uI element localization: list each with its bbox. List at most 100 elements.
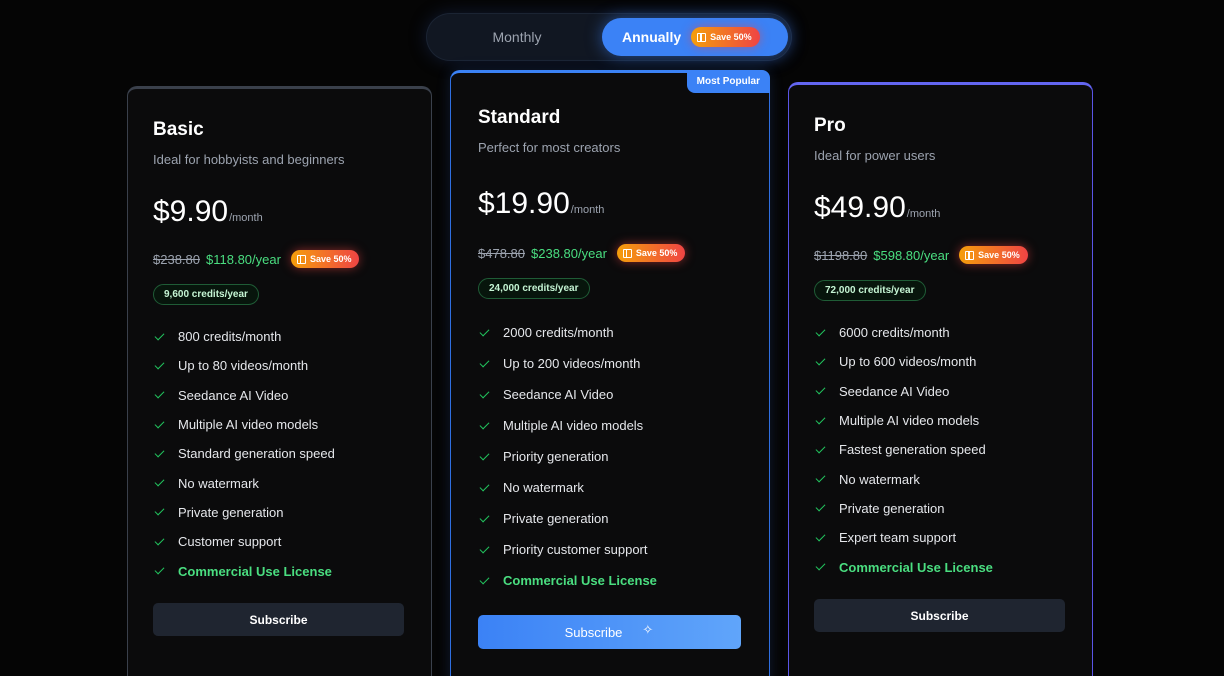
feature-label: Priority customer support (503, 542, 648, 557)
yearly-price-row: $238.80 $118.80/year Save 50% (153, 250, 360, 268)
save-badge-label: Save 50% (978, 250, 1020, 260)
check-icon (154, 564, 165, 575)
feature-label: Commercial Use License (503, 573, 657, 588)
subscribe-button-standard[interactable]: Subscribe (478, 615, 741, 649)
check-icon (815, 443, 826, 454)
check-icon (479, 574, 490, 584)
feature-item: Multiple AI video models (153, 410, 335, 439)
gift-icon (622, 248, 632, 258)
price-row: $49.90 /month (814, 191, 940, 225)
plan-name: Basic (153, 119, 204, 140)
gift-icon (697, 32, 707, 42)
plan-price: $19.90 (478, 187, 570, 220)
pricing-page: Monthly Annually Save 50% Basic Ideal fo… (0, 0, 1224, 676)
feature-item: Seedance AI Video (153, 381, 335, 410)
check-icon (815, 501, 826, 512)
old-yearly-price: $1198.80 (814, 247, 868, 263)
check-icon (479, 326, 490, 336)
sparkle-icon (642, 623, 654, 638)
check-icon (154, 359, 165, 370)
check-icon (815, 326, 826, 337)
plan-name: Standard (478, 107, 561, 128)
feature-label: Multiple AI video models (503, 418, 644, 433)
feature-item: Customer support (153, 527, 335, 556)
feature-item: Priority generation (478, 441, 657, 472)
feature-item: Seedance AI Video (814, 377, 993, 406)
save-badge: Save 50% (290, 250, 360, 268)
check-icon (479, 388, 490, 398)
feature-label: Fastest generation speed (839, 442, 986, 458)
gift-icon (296, 254, 306, 264)
feature-label: Up to 600 videos/month (839, 354, 977, 370)
check-icon (479, 512, 490, 522)
old-yearly-price: $238.80 (153, 251, 200, 267)
price-period: /month (906, 208, 941, 220)
feature-label: Seedance AI Video (839, 383, 950, 399)
check-icon (154, 476, 165, 487)
yearly-price-row: $478.80 $238.80/year Save 50% (478, 244, 686, 262)
feature-item-license: Commercial Use License (153, 556, 335, 585)
feature-item: No watermark (478, 472, 657, 503)
feature-label: Commercial Use License (839, 559, 993, 575)
check-icon (479, 419, 490, 429)
gift-icon (965, 250, 975, 260)
check-icon (154, 505, 165, 516)
price-row: $9.90 /month (153, 195, 263, 229)
credits-badge: 24,000 credits/year (478, 278, 590, 299)
check-icon (815, 472, 826, 483)
feature-label: 800 credits/month (178, 329, 282, 345)
check-icon (815, 414, 826, 424)
check-icon (815, 531, 826, 542)
feature-label: Standard generation speed (178, 446, 335, 462)
save-badge: Save 50% (691, 27, 760, 47)
plan-price: $49.90 (814, 191, 906, 224)
feature-label: Commercial Use License (178, 563, 332, 579)
feature-label: 2000 credits/month (503, 325, 614, 340)
check-icon (479, 357, 490, 367)
feature-item: Private generation (478, 503, 657, 534)
new-yearly-price: $238.80/year (531, 245, 607, 261)
feature-label: Multiple AI video models (839, 413, 980, 429)
feature-item: Up to 200 videos/month (478, 348, 657, 379)
feature-label: Private generation (503, 511, 609, 526)
feature-item: Multiple AI video models (814, 406, 993, 435)
check-icon (479, 481, 490, 491)
feature-label: Seedance AI Video (503, 387, 614, 402)
feature-item: Private generation (153, 498, 335, 527)
feature-item-license: Commercial Use License (814, 552, 993, 581)
toggle-monthly[interactable]: Monthly (447, 18, 587, 56)
check-icon (154, 535, 165, 546)
feature-item: Standard generation speed (153, 439, 335, 468)
credits-badge: 72,000 credits/year (814, 280, 926, 301)
yearly-price-row: $1198.80 $598.80/year Save 50% (814, 246, 1028, 264)
price-row: $19.90 /month (478, 187, 604, 221)
feature-item: Private generation (814, 494, 993, 523)
feature-item-license: Commercial Use License (478, 565, 657, 596)
feature-label: Up to 200 videos/month (503, 356, 641, 371)
save-badge-label: Save 50% (309, 254, 352, 264)
subscribe-button-basic[interactable]: Subscribe (153, 603, 404, 636)
plan-card-standard: Most Popular Standard Perfect for most c… (450, 70, 770, 676)
save-badge-label: Save 50% (635, 248, 678, 258)
feature-item: 2000 credits/month (478, 317, 657, 348)
plan-card-pro: Pro Ideal for power users $49.90 /month … (788, 82, 1093, 676)
check-icon (154, 447, 165, 458)
feature-item: Fastest generation speed (814, 435, 993, 464)
plan-description: Perfect for most creators (478, 140, 621, 155)
toggle-annually-label: Annually (622, 29, 682, 45)
feature-item: Expert team support (814, 523, 993, 552)
most-popular-badge: Most Popular (686, 70, 770, 93)
feature-list: 6000 credits/month Up to 600 videos/mont… (814, 318, 993, 582)
feature-item: Up to 80 videos/month (153, 351, 335, 380)
plan-description: Ideal for hobbyists and beginners (153, 152, 345, 167)
subscribe-button-pro[interactable]: Subscribe (814, 599, 1065, 632)
feature-item: 6000 credits/month (814, 318, 993, 347)
feature-list: 2000 credits/month Up to 200 videos/mont… (478, 317, 657, 596)
billing-toggle: Monthly Annually Save 50% (427, 14, 791, 60)
check-icon (154, 330, 165, 341)
save-badge: Save 50% (959, 246, 1028, 264)
check-icon (479, 543, 490, 553)
feature-item: No watermark (814, 464, 993, 493)
toggle-annually[interactable]: Annually Save 50% (602, 18, 788, 56)
new-yearly-price: $598.80/year (873, 247, 950, 263)
